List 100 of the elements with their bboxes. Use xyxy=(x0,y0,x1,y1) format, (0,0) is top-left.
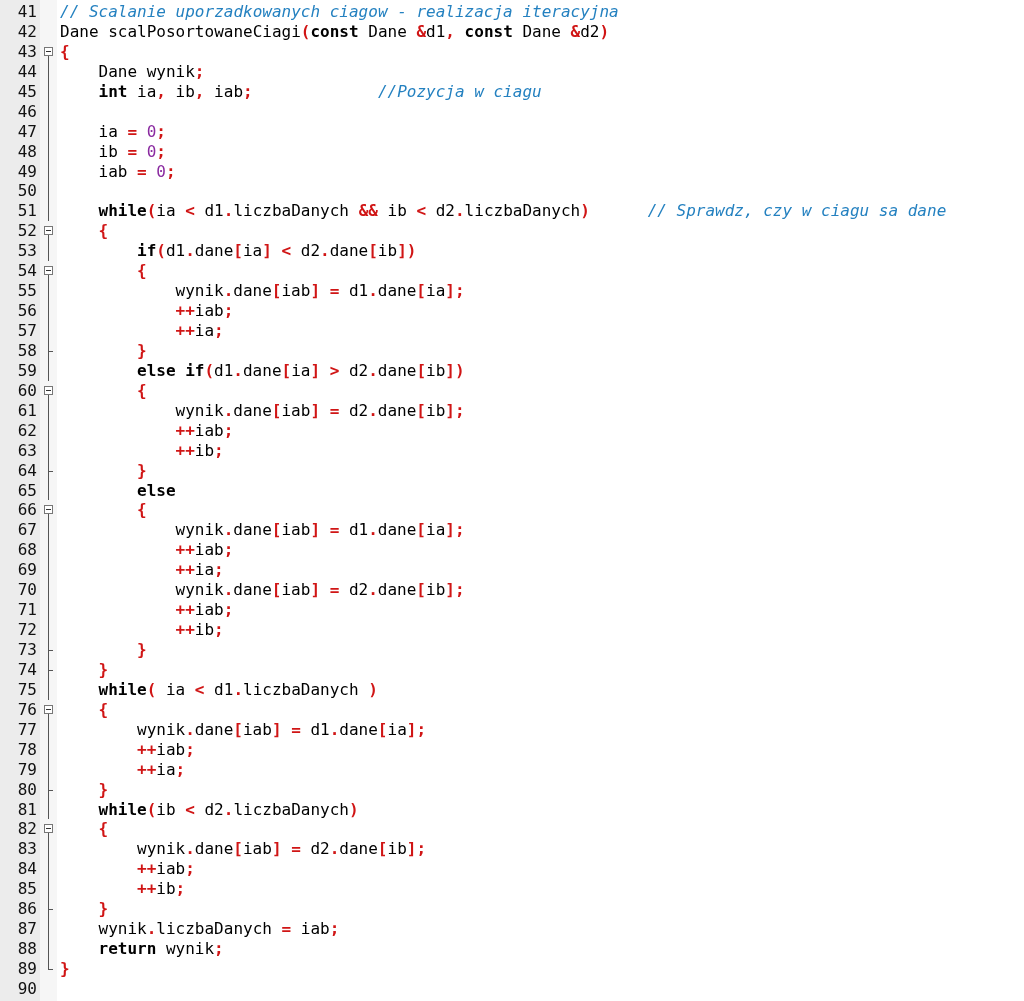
code-line: while( ia < d1.liczbaDanych ) xyxy=(98,679,378,699)
collapse-icon[interactable] xyxy=(44,266,53,276)
collapse-icon[interactable] xyxy=(44,46,53,56)
line-number: 72 xyxy=(16,620,38,640)
code-line: wynik.dane[iab] = d1.dane[ia]; xyxy=(137,719,427,739)
code-line: } xyxy=(98,659,109,679)
line-number: 45 xyxy=(16,81,38,102)
code-line: ia = 0; xyxy=(98,121,166,141)
code-line: } xyxy=(137,640,147,659)
code-line: ++iab; xyxy=(175,420,234,440)
collapse-icon[interactable] xyxy=(44,704,53,714)
code-line: ++ia; xyxy=(137,759,186,779)
fold-end-mark xyxy=(48,969,53,970)
code-line: wynik.dane[iab] = d1.dane[ia]; xyxy=(175,281,465,301)
code-line: if(d1.dane[ia] < d2.dane[ib]) xyxy=(137,241,417,261)
line-number: 84 xyxy=(16,859,38,880)
code-line: } xyxy=(137,460,147,480)
code-line: { xyxy=(98,699,109,719)
line-number: 41 xyxy=(16,2,38,22)
line-number: 79 xyxy=(16,759,38,780)
code-line: { xyxy=(137,261,147,281)
code-line: } xyxy=(137,340,147,360)
line-number: 89 xyxy=(16,959,38,979)
line-number: 57 xyxy=(16,321,38,341)
code-line: ++ib; xyxy=(175,620,224,640)
code-line: Dane scalPosortowaneCiagi(const Dane &d1, const Dane &d2) xyxy=(60,21,610,41)
line-number: 48 xyxy=(16,141,38,162)
code-line: { xyxy=(60,41,70,61)
code-line: iab = 0; xyxy=(98,161,176,181)
line-number: 53 xyxy=(16,241,38,262)
fold-end-mark xyxy=(48,909,53,911)
code-line: wynik.dane[iab] = d2.dane[ib]; xyxy=(175,400,465,420)
fold-end-mark xyxy=(48,470,53,472)
line-number: 76 xyxy=(16,699,38,720)
line-number: 69 xyxy=(16,560,38,581)
code-line: return wynik; xyxy=(98,939,224,959)
code-line: } xyxy=(98,779,109,799)
fold-end-mark xyxy=(48,789,53,791)
fold-end-mark xyxy=(48,650,53,651)
line-number: 54 xyxy=(16,261,38,282)
line-number: 74 xyxy=(16,659,38,680)
line-number: 65 xyxy=(16,480,38,501)
line-number: 59 xyxy=(16,360,38,381)
code-line: wynik.liczbaDanych = iab; xyxy=(98,919,340,939)
line-number: 90 xyxy=(16,978,38,999)
line-number: 55 xyxy=(16,281,38,302)
code-line: int ia, ib, iab; //Pozycja w ciagu xyxy=(98,81,542,101)
code-line: { xyxy=(137,500,147,520)
line-number: 66 xyxy=(16,500,38,521)
line-number: 49 xyxy=(16,161,38,182)
line-number: 80 xyxy=(16,779,38,800)
code-line: } xyxy=(98,899,109,919)
line-number: 47 xyxy=(16,121,38,142)
code-line: { xyxy=(137,380,147,400)
collapse-icon[interactable] xyxy=(44,505,53,515)
line-number: 67 xyxy=(16,520,38,541)
code-line: { xyxy=(98,819,109,839)
line-number: 81 xyxy=(16,799,38,820)
line-number: 58 xyxy=(16,340,38,361)
code-line: Dane wynik; xyxy=(98,61,205,81)
code-line: ++ib; xyxy=(137,879,186,899)
collapse-icon[interactable] xyxy=(44,226,53,236)
code-line: ++iab; xyxy=(175,540,234,560)
line-number: 75 xyxy=(16,679,38,700)
line-number: 86 xyxy=(16,899,38,920)
line-number: 43 xyxy=(16,41,38,62)
line-number: 73 xyxy=(16,640,38,660)
line-number: 62 xyxy=(16,420,38,441)
line-number: 50 xyxy=(16,181,38,202)
line-number: 60 xyxy=(16,380,38,401)
line-number: 68 xyxy=(16,540,38,561)
line-number: 44 xyxy=(16,61,38,82)
code-line: { xyxy=(98,221,109,241)
code-line: ++ia; xyxy=(175,321,224,340)
line-number: 88 xyxy=(16,939,38,959)
line-number: 52 xyxy=(16,221,38,242)
line-number: 61 xyxy=(16,400,38,421)
line-number: 82 xyxy=(16,819,38,840)
code-line: ++iab; xyxy=(137,739,195,759)
line-number: 87 xyxy=(16,919,38,940)
code-line: else if(d1.dane[ia] > d2.dane[ib]) xyxy=(137,360,465,380)
line-number: 64 xyxy=(16,460,38,481)
code-line: wynik.dane[iab] = d2.dane[ib]; xyxy=(137,839,427,859)
code-line: while(ia < d1.liczbaDanych && ib < d2.liczbaDanych) // Sprawdz, czy w ciagu sa dane xyxy=(98,201,947,221)
line-number: 56 xyxy=(16,301,38,321)
line-number: 70 xyxy=(16,580,38,601)
fold-end-mark xyxy=(48,669,53,671)
code-line: // Scalanie uporzadkowanych ciagow - realizacja iteracyjna xyxy=(60,2,619,21)
code-line: wynik.dane[iab] = d2.dane[ib]; xyxy=(175,580,465,600)
collapse-icon[interactable] xyxy=(44,385,53,395)
fold-end-mark xyxy=(48,350,53,352)
code-line: ++ib; xyxy=(175,440,224,460)
line-number: 42 xyxy=(16,21,38,42)
code-line: else xyxy=(137,480,176,500)
code-line: while(ib < d2.liczbaDanych) xyxy=(98,799,359,819)
code-line: ++iab; xyxy=(175,600,234,620)
line-number: 77 xyxy=(16,719,38,740)
code-line: wynik.dane[iab] = d1.dane[ia]; xyxy=(175,520,465,540)
code-line: ib = 0; xyxy=(98,141,166,161)
collapse-icon[interactable] xyxy=(44,824,53,834)
